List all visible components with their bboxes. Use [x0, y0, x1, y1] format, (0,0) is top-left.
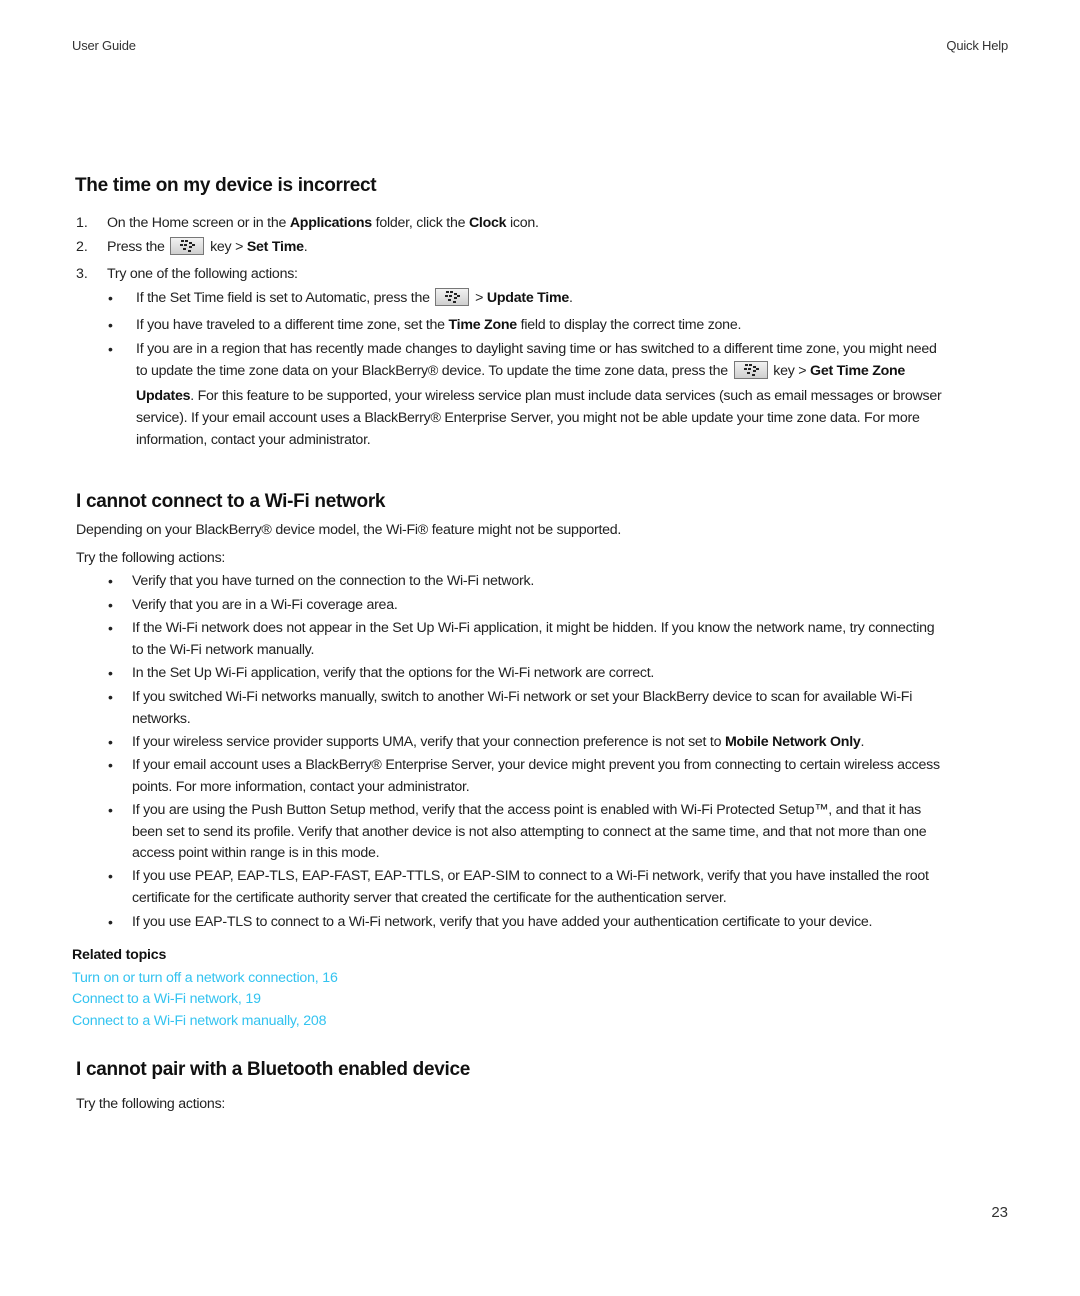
- bullet-text-line: If you use EAP-TLS to connect to a Wi-Fi…: [132, 914, 873, 930]
- step-3-text: Try one of the following actions:: [107, 266, 298, 282]
- bullet-icon: •: [108, 914, 113, 930]
- bullet-text-line: If your email account uses a BlackBerry®…: [132, 757, 940, 773]
- bullet-icon: •: [108, 341, 113, 357]
- text: to update the time zone data on your Bla…: [136, 363, 732, 379]
- text: If your wireless service provider suppor…: [132, 734, 725, 750]
- bullet-icon: •: [108, 290, 113, 306]
- bullet-icon: •: [108, 573, 113, 589]
- text: key >: [769, 363, 811, 379]
- bullet-text-line: If you switched Wi-Fi networks manually,…: [132, 689, 913, 705]
- try-text: Try the following actions:: [76, 550, 226, 566]
- intro-text: Depending on your BlackBerry® device mod…: [76, 522, 622, 538]
- section-title-wifi: I cannot connect to a Wi-Fi network: [76, 491, 386, 512]
- blackberry-menu-key-icon: [733, 361, 768, 379]
- step-number: 3.: [76, 266, 88, 282]
- section-title-bluetooth: I cannot pair with a Bluetooth enabled d…: [76, 1059, 471, 1080]
- bullet-text-line: to update the time zone data on your Bla…: [136, 360, 905, 382]
- section-title-time-incorrect: The time on my device is incorrect: [75, 175, 377, 196]
- step-1-text: On the Home screen or in the Application…: [107, 212, 539, 234]
- related-link-connect-wifi-manually[interactable]: Connect to a Wi-Fi network manually, 208: [72, 1013, 327, 1029]
- ui-term: Set Time: [246, 239, 304, 255]
- bullet-text-line: If the Wi-Fi network does not appear in …: [132, 620, 935, 636]
- step-2-text: Press the key > Set Time.: [107, 236, 308, 258]
- text: If the Set Time field is set to Automati…: [136, 290, 434, 306]
- bullet-text-line: networks.: [132, 710, 191, 727]
- bullet-text-line: If you are in a region that has recently…: [136, 341, 937, 357]
- related-link-connect-wifi[interactable]: Connect to a Wi-Fi network, 19: [72, 991, 261, 1007]
- running-header-right: Quick Help: [946, 38, 1008, 53]
- bullet-icon: •: [108, 665, 113, 681]
- bullet-text-line: If you are using the Push Button Setup m…: [132, 802, 922, 818]
- bullet-icon: •: [108, 689, 113, 705]
- bullet-text-line: service). If your email account uses a B…: [136, 410, 920, 426]
- bullet-text-line: Updates. For this feature to be supporte…: [136, 385, 942, 407]
- text: key >: [206, 239, 247, 255]
- bullet-text-line: certificate for the certificate authorit…: [132, 889, 727, 906]
- related-link-network-connection[interactable]: Turn on or turn off a network connection…: [72, 970, 338, 986]
- text: Press the: [107, 239, 169, 255]
- text: .: [860, 734, 865, 750]
- bullet-text-line: to the Wi-Fi network manually.: [132, 641, 315, 658]
- bullet-text-line: If your wireless service provider suppor…: [132, 731, 864, 753]
- blackberry-menu-key-icon: [435, 288, 470, 306]
- bullet-text-line: If you use PEAP, EAP-TLS, EAP-FAST, EAP-…: [132, 868, 929, 884]
- text: field to display the correct time zone.: [516, 317, 742, 333]
- ui-term: Time Zone: [448, 317, 518, 333]
- text: . For this feature to be supported, your…: [190, 388, 942, 404]
- ui-term: Clock: [468, 215, 507, 231]
- bullet-text: If the Set Time field is set to Automati…: [136, 287, 573, 309]
- page-number: 23: [991, 1204, 1008, 1221]
- bullet-text-line: information, contact your administrator.: [136, 432, 371, 448]
- related-topics-title: Related topics: [72, 947, 167, 963]
- running-header-left: User Guide: [72, 38, 136, 53]
- bullet-text: If you have traveled to a different time…: [136, 314, 741, 336]
- bullet-text-line: been set to send its profile. Verify tha…: [132, 823, 927, 840]
- ui-term: Update Time: [486, 290, 570, 306]
- bullet-icon: •: [108, 620, 113, 636]
- blackberry-menu-key-icon: [170, 237, 205, 255]
- ui-term: Applications: [289, 215, 372, 231]
- bullet-text-line: points. For more information, contact yo…: [132, 778, 470, 795]
- text: On the Home screen or in the: [107, 215, 290, 231]
- ui-term: Updates: [136, 388, 191, 404]
- text: icon.: [506, 215, 539, 231]
- text: folder, click the: [371, 215, 469, 231]
- text: >: [471, 290, 487, 306]
- bullet-text-line: Verify that you have turned on the conne…: [132, 573, 535, 589]
- bullet-text-line: access point within range is in this mod…: [132, 845, 380, 861]
- ui-term: Mobile Network Only: [724, 734, 861, 750]
- bullet-icon: •: [108, 597, 113, 613]
- step-number: 1.: [76, 215, 88, 231]
- text: .: [303, 239, 308, 255]
- bullet-text-line: In the Set Up Wi-Fi application, verify …: [132, 665, 655, 681]
- text: .: [569, 290, 573, 306]
- bullet-text-line: Verify that you are in a Wi-Fi coverage …: [132, 597, 398, 613]
- try-text: Try the following actions:: [76, 1096, 226, 1112]
- bullet-icon: •: [108, 734, 113, 750]
- bullet-icon: •: [108, 868, 113, 884]
- step-number: 2.: [76, 239, 88, 255]
- bullet-icon: •: [108, 802, 113, 818]
- text: If you have traveled to a different time…: [136, 317, 449, 333]
- ui-term: Get Time Zone: [810, 363, 906, 379]
- bullet-icon: •: [108, 317, 113, 333]
- bullet-icon: •: [108, 757, 113, 773]
